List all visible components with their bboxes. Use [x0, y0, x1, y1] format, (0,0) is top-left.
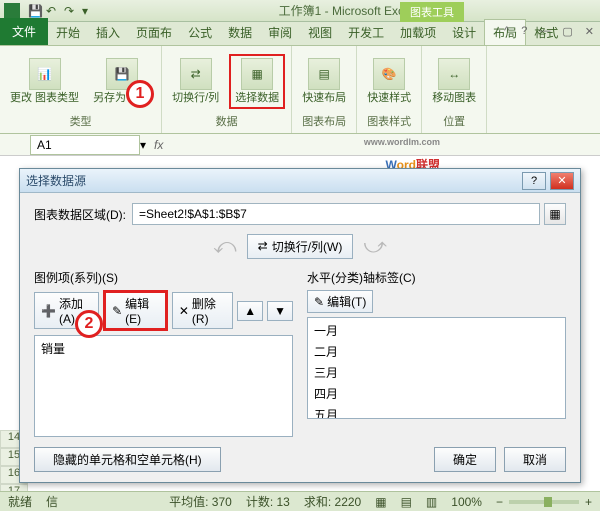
axis-header: 水平(分类)轴标签(C) [307, 269, 566, 286]
tab-developer[interactable]: 开发工 [340, 20, 392, 45]
status-count: 计数: 13 [246, 493, 290, 510]
contextual-tab-label: 图表工具 [400, 2, 464, 22]
callout-1: 1 [126, 80, 154, 108]
window-title: 工作簿1 - Microsoft Excel [96, 2, 596, 19]
name-box-dropdown-icon[interactable]: ▾ [140, 138, 146, 152]
window-buttons: ^ ? — ▢ ✕ [500, 24, 598, 39]
switch-row-col-button[interactable]: ⇄切换行/列 [168, 56, 223, 106]
status-calc: 信 [46, 493, 58, 510]
restore-icon[interactable]: ▢ [558, 24, 576, 39]
qat-more-icon[interactable]: ▾ [82, 4, 96, 18]
axis-edit-button[interactable]: ✎编辑(T) [307, 290, 373, 313]
status-ready: 就绪 [8, 493, 32, 510]
axis-item[interactable]: 一月 [310, 320, 563, 341]
tab-file[interactable]: 文件 [0, 18, 48, 45]
ok-button[interactable]: 确定 [434, 447, 496, 472]
status-sum: 求和: 2220 [304, 493, 361, 510]
axis-item[interactable]: 四月 [310, 383, 563, 404]
arrow-left-icon: ⤺ [213, 233, 237, 259]
ribbon-group-data: ⇄切换行/列 ▦选择数据 数据 [162, 46, 292, 133]
arrow-right-icon: ⤻ [363, 233, 387, 259]
group-label-chartlayout: 图表布局 [302, 113, 346, 129]
view-normal-icon[interactable]: ▦ [375, 495, 386, 509]
group-label-position: 位置 [443, 113, 465, 129]
dialog-help-icon[interactable]: ? [522, 172, 546, 190]
callout-2: 2 [75, 310, 103, 338]
tab-formula[interactable]: 公式 [180, 20, 220, 45]
quick-layout-button[interactable]: ▤快速布局 [298, 56, 350, 106]
save-icon[interactable]: 💾 [28, 4, 42, 18]
status-bar: 就绪 信 平均值: 370 计数: 13 求和: 2220 ▦ ▤ ▥ 100%… [0, 491, 600, 511]
range-picker-icon[interactable]: ▦ [544, 203, 566, 225]
tab-data[interactable]: 数据 [220, 20, 260, 45]
zoom-level[interactable]: 100% [451, 495, 482, 509]
name-box[interactable]: A1 [30, 135, 140, 155]
axis-panel: 水平(分类)轴标签(C) ✎编辑(T) 一月 二月 三月 四月 五月 [307, 269, 566, 437]
minimize-icon[interactable]: — [535, 24, 554, 39]
group-label-data: 数据 [216, 113, 238, 129]
series-item[interactable]: 销量 [37, 338, 290, 359]
move-chart-button[interactable]: ↔移动图表 [428, 56, 480, 106]
tab-insert[interactable]: 插入 [88, 20, 128, 45]
series-listbox[interactable]: 销量 [34, 335, 293, 437]
zoom-slider[interactable] [509, 500, 579, 504]
tab-addin[interactable]: 加载项 [392, 20, 444, 45]
axis-listbox[interactable]: 一月 二月 三月 四月 五月 [307, 317, 566, 419]
zoom-out-icon[interactable]: − [496, 495, 503, 509]
series-edit-button[interactable]: ✎编辑(E) [103, 290, 168, 331]
dialog-title: 选择数据源 [26, 172, 518, 189]
zoom-in-icon[interactable]: + [585, 495, 592, 509]
ribbon: 📊更改 图表类型 💾另存为 模板 类型 ⇄切换行/列 ▦选择数据 数据 ▤快速布… [0, 46, 600, 134]
dialog-close-icon[interactable]: ✕ [550, 172, 574, 190]
series-delete-button[interactable]: ✕删除(R) [172, 292, 233, 329]
hidden-cells-button[interactable]: 隐藏的单元格和空单元格(H) [34, 447, 221, 472]
quick-access-toolbar: 💾 ↶ ↷ ▾ [28, 4, 96, 18]
tab-view[interactable]: 视图 [300, 20, 340, 45]
redo-icon[interactable]: ↷ [64, 4, 78, 18]
range-label: 图表数据区域(D): [34, 206, 126, 223]
chart-range-input[interactable] [132, 203, 540, 225]
tab-pagelayout[interactable]: 页面布 [128, 20, 180, 45]
tab-home[interactable]: 开始 [48, 20, 88, 45]
switch-row-col-dialog-button[interactable]: ⇄切换行/列(W) [247, 234, 354, 259]
excel-icon [4, 3, 20, 19]
select-data-dialog: 选择数据源 ? ✕ 图表数据区域(D): ▦ ⤺ ⇄切换行/列(W) ⤻ 图例项… [19, 168, 581, 483]
change-chart-type-button[interactable]: 📊更改 图表类型 [6, 56, 83, 106]
series-panel: 图例项(系列)(S) ➕添加(A) ✎编辑(E) ✕删除(R) ▲ ▼ 销量 [34, 269, 293, 437]
help-icon[interactable]: ? [517, 24, 531, 39]
series-header: 图例项(系列)(S) [34, 269, 293, 286]
switch-arrows: ⤺ ⇄切换行/列(W) ⤻ [34, 233, 566, 259]
view-pagebreak-icon[interactable]: ▥ [426, 495, 437, 509]
quick-style-button[interactable]: 🎨快速样式 [363, 56, 415, 106]
axis-item[interactable]: 三月 [310, 362, 563, 383]
close-icon[interactable]: ✕ [581, 24, 598, 39]
status-average: 平均值: 370 [169, 493, 232, 510]
ribbon-minimize-icon[interactable]: ^ [500, 24, 513, 39]
axis-item[interactable]: 五月 [310, 404, 563, 419]
group-label-chartstyle: 图表样式 [367, 113, 411, 129]
cancel-button[interactable]: 取消 [504, 447, 566, 472]
ribbon-group-chartlayout: ▤快速布局 图表布局 [292, 46, 357, 133]
fx-icon[interactable]: fx [154, 138, 163, 152]
select-data-button[interactable]: ▦选择数据 [229, 54, 285, 108]
dialog-titlebar: 选择数据源 ? ✕ [20, 169, 580, 193]
ribbon-group-position: ↔移动图表 位置 [422, 46, 487, 133]
series-move-up-button[interactable]: ▲ [237, 301, 263, 321]
switch-icon: ⇄ [258, 239, 268, 253]
undo-icon[interactable]: ↶ [46, 4, 60, 18]
tab-design[interactable]: 设计 [444, 20, 484, 45]
series-move-down-button[interactable]: ▼ [267, 301, 293, 321]
tab-review[interactable]: 审阅 [260, 20, 300, 45]
axis-item[interactable]: 二月 [310, 341, 563, 362]
view-pagelayout-icon[interactable]: ▤ [401, 495, 412, 509]
group-label-type: 类型 [70, 113, 92, 129]
ribbon-group-chartstyle: 🎨快速样式 图表样式 [357, 46, 422, 133]
formula-bar: A1 ▾ fx [0, 134, 600, 156]
